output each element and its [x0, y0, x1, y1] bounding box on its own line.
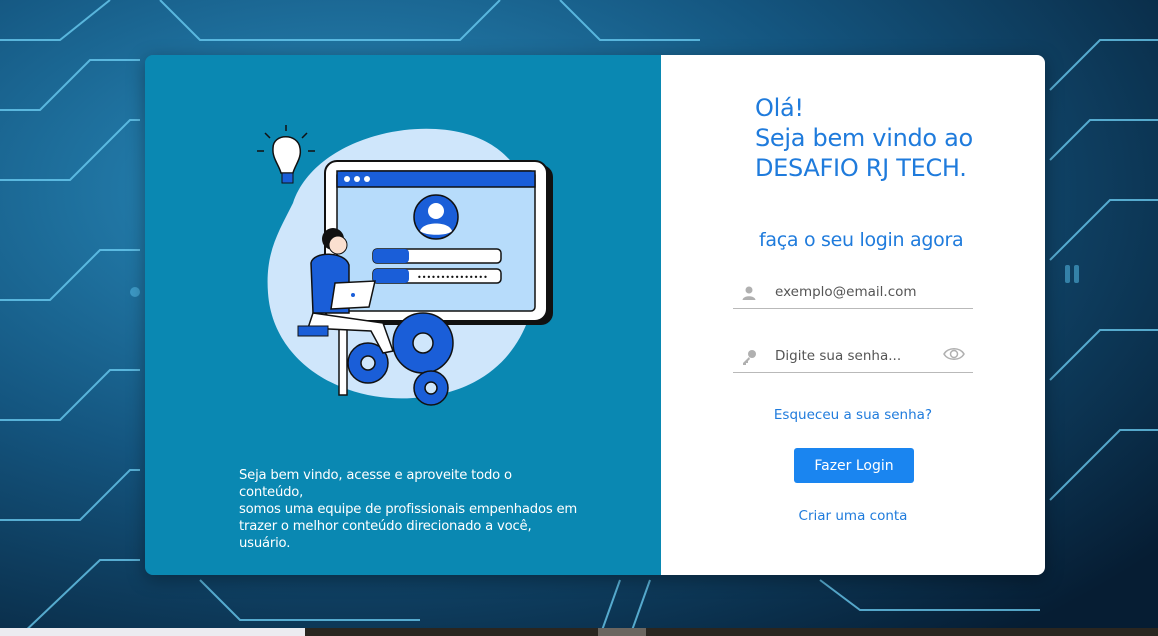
taskbar-segment	[598, 628, 646, 636]
user-icon	[742, 286, 756, 300]
login-card: ••••••••••••••• Seja bem vindo, acesse e…	[145, 55, 1045, 575]
intro-line: trazer o melhor conteúdo direcionado a v…	[239, 519, 532, 551]
eye-icon[interactable]	[943, 346, 965, 362]
intro-text: Seja bem vindo, acesse e aproveite todo …	[239, 467, 579, 552]
email-field-wrapper	[733, 276, 973, 309]
login-button[interactable]: Fazer Login	[794, 448, 914, 483]
key-icon	[743, 350, 756, 365]
taskbar-segment	[0, 628, 305, 636]
greeting-line: Seja bem vindo ao	[755, 124, 973, 152]
login-illustration: •••••••••••••••	[257, 125, 553, 406]
login-panel: Olá! Seja bem vindo ao DESAFIO RJ TECH. …	[661, 55, 1045, 575]
greeting-line: Olá!	[755, 94, 804, 122]
create-account-link[interactable]: Criar uma conta	[661, 508, 1045, 524]
taskbar-strip	[0, 628, 1158, 636]
lightbulb-icon	[257, 125, 315, 184]
intro-line: Seja bem vindo, acesse e aproveite todo …	[239, 468, 512, 500]
welcome-panel: ••••••••••••••• Seja bem vindo, acesse e…	[145, 55, 661, 575]
password-input[interactable]	[775, 344, 935, 368]
password-field-wrapper	[733, 340, 973, 373]
illustration-password-mask: •••••••••••••••	[417, 273, 488, 282]
forgot-password-link[interactable]: Esqueceu a sua senha?	[661, 407, 1045, 423]
login-subtitle: faça o seu login agora	[759, 229, 964, 251]
intro-line: somos uma equipe de profissionais empenh…	[239, 502, 578, 517]
greeting-heading: Olá! Seja bem vindo ao DESAFIO RJ TECH.	[755, 93, 1035, 183]
greeting-line: DESAFIO RJ TECH.	[755, 154, 967, 182]
email-input[interactable]	[775, 280, 935, 304]
